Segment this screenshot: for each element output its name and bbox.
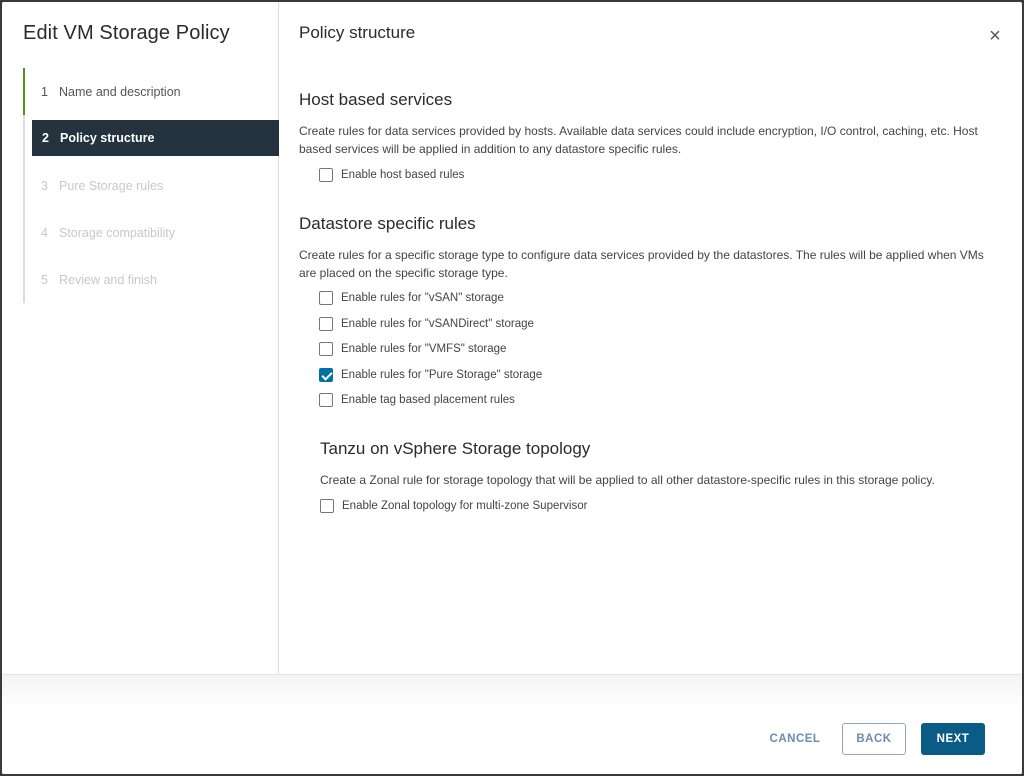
step-number: 4 [41,225,48,240]
checkbox-label: Enable rules for "vSANDirect" storage [341,317,534,330]
step-number: 5 [41,272,48,287]
cancel-button[interactable]: CANCEL [760,723,830,755]
enable-vsan-rules-checkbox[interactable]: Enable rules for "vSAN" storage [299,286,1004,312]
enable-host-based-rules-checkbox[interactable]: Enable host based rules [299,162,1004,188]
section-title: Host based services [299,90,453,109]
host-based-services-section: Host based services Create rules for dat… [299,90,1004,188]
step-label: Review and finish [59,272,157,287]
checkbox-label: Enable tag based placement rules [341,394,515,407]
checkbox-box[interactable] [319,342,333,357]
step-number: 1 [41,84,48,99]
wizard-title: Edit VM Storage Policy [23,22,230,44]
wizard-step-storage-compatibility: 4 Storage compatibility [25,209,279,256]
step-label: Policy structure [60,131,155,145]
back-button[interactable]: BACK [842,723,906,755]
step-number: 2 [42,131,49,145]
enable-zonal-topology-checkbox[interactable]: Enable Zonal topology for multi-zone Sup… [320,493,1004,519]
checkbox-label: Enable rules for "VMFS" storage [341,343,507,356]
wizard-step-name-and-description[interactable]: 1 Name and description [23,68,279,115]
section-description: Create rules for a specific storage type… [299,247,984,280]
datastore-specific-rules-section: Datastore specific rules Create rules fo… [299,214,1004,414]
tanzu-storage-topology-section: Tanzu on vSphere Storage topology Create… [299,439,1004,519]
checkbox-box[interactable] [319,393,333,408]
checkbox-box[interactable] [319,167,333,182]
section-description: Create a Zonal rule for storage topology… [320,473,935,487]
close-icon[interactable]: × [986,26,1004,46]
wizard-step-pure-storage-rules: 3 Pure Storage rules [25,162,279,209]
checkbox-label: Enable Zonal topology for multi-zone Sup… [342,499,588,512]
wizard-step-review-and-finish: 5 Review and finish [25,256,279,303]
enable-pure-storage-rules-checkbox[interactable]: Enable rules for "Pure Storage" storage [299,362,1004,388]
enable-vmfs-rules-checkbox[interactable]: Enable rules for "VMFS" storage [299,337,1004,363]
next-button[interactable]: NEXT [921,723,985,755]
enable-tag-based-placement-rules-checkbox[interactable]: Enable tag based placement rules [299,388,1004,414]
step-number: 3 [41,178,48,193]
checkbox-label: Enable rules for "vSAN" storage [341,292,504,305]
wizard-step-policy-structure[interactable]: 2 Policy structure [32,120,279,156]
checkbox-label: Enable rules for "Pure Storage" storage [341,368,543,381]
page-title: Policy structure [299,23,416,42]
edit-vm-storage-policy-dialog: Edit VM Storage Policy 1 Name and descri… [2,2,1022,774]
wizard-footer-buttons: CANCEL BACK NEXT [760,722,1022,756]
step-label: Name and description [59,84,181,99]
wizard-main-panel: Policy structure × Host based services C… [279,2,1022,774]
section-description: Create rules for data services provided … [299,124,978,156]
enable-vsandirect-rules-checkbox[interactable]: Enable rules for "vSANDirect" storage [299,311,1004,337]
checkbox-box-checked[interactable] [319,367,333,382]
checkbox-box[interactable] [319,291,333,306]
step-label: Pure Storage rules [59,178,164,193]
checkbox-box[interactable] [320,498,334,513]
wizard-sidebar: Edit VM Storage Policy 1 Name and descri… [2,2,279,774]
section-title: Datastore specific rules [299,213,476,233]
step-label: Storage compatibility [59,225,176,240]
section-title: Tanzu on vSphere Storage topology [320,439,591,458]
checkbox-label: Enable host based rules [341,168,465,181]
policy-structure-content: Host based services Create rules for dat… [299,90,1004,519]
checkbox-box[interactable] [319,316,333,331]
wizard-steps: 1 Name and description 2 Policy structur… [23,68,279,303]
